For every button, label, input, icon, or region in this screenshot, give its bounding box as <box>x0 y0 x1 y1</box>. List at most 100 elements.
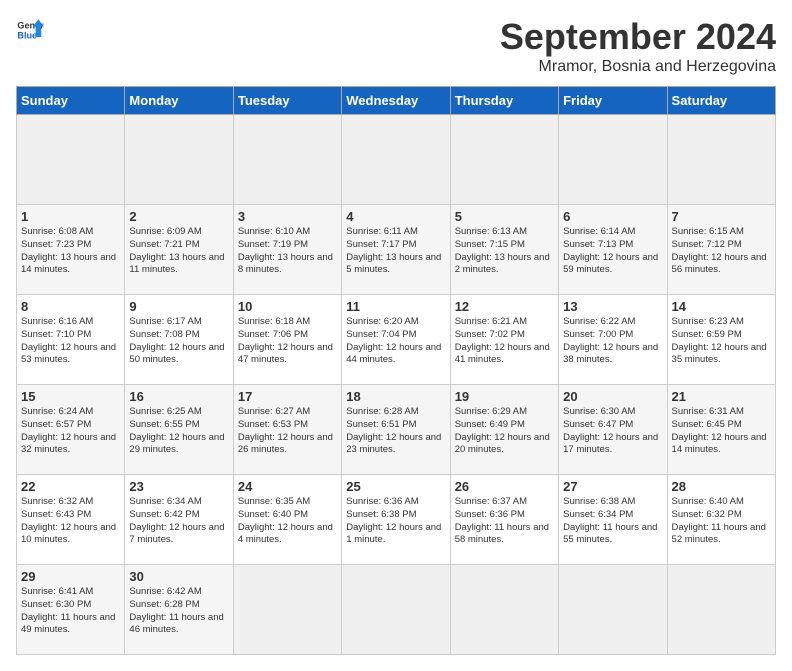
day-info: Sunrise: 6:38 AMSunset: 6:34 PMDaylight:… <box>563 496 662 547</box>
weekday-header: Monday <box>125 87 233 115</box>
day-info: Sunrise: 6:09 AMSunset: 7:21 PMDaylight:… <box>129 226 228 277</box>
calendar-cell <box>342 565 450 655</box>
day-number: 19 <box>455 389 554 404</box>
calendar-cell: 23 Sunrise: 6:34 AMSunset: 6:42 PMDayligh… <box>125 475 233 565</box>
day-info: Sunrise: 6:31 AMSunset: 6:45 PMDaylight:… <box>672 406 771 457</box>
calendar-cell: 13 Sunrise: 6:22 AMSunset: 7:00 PMDayligh… <box>559 295 667 385</box>
calendar-cell: 3Sunrise: 6:10 AMSunset: 7:19 PMDaylight… <box>233 205 341 295</box>
calendar-cell: 14 Sunrise: 6:23 AMSunset: 6:59 PMDayligh… <box>667 295 775 385</box>
day-info: Sunrise: 6:20 AMSunset: 7:04 PMDaylight:… <box>346 316 445 367</box>
calendar-cell: 5 Sunrise: 6:13 AMSunset: 7:15 PMDaylight… <box>450 205 558 295</box>
day-number: 10 <box>238 299 337 314</box>
calendar-cell: 25 Sunrise: 6:36 AMSunset: 6:38 PMDayligh… <box>342 475 450 565</box>
day-number: 5 <box>455 209 554 224</box>
day-info: Sunrise: 6:25 AMSunset: 6:55 PMDaylight:… <box>129 406 228 457</box>
day-info: Sunrise: 6:35 AMSunset: 6:40 PMDaylight:… <box>238 496 337 547</box>
day-number: 22 <box>21 479 120 494</box>
calendar-cell: 22 Sunrise: 6:32 AMSunset: 6:43 PMDayligh… <box>17 475 125 565</box>
day-number: 13 <box>563 299 662 314</box>
calendar-cell: 30Sunrise: 6:42 AMSunset: 6:28 PMDayligh… <box>125 565 233 655</box>
day-info: Sunrise: 6:18 AMSunset: 7:06 PMDaylight:… <box>238 316 337 367</box>
calendar-cell: 7 Sunrise: 6:15 AMSunset: 7:12 PMDaylight… <box>667 205 775 295</box>
day-number: 17 <box>238 389 337 404</box>
calendar-cell <box>559 565 667 655</box>
calendar-cell <box>667 115 775 205</box>
calendar-cell: 2Sunrise: 6:09 AMSunset: 7:21 PMDaylight… <box>125 205 233 295</box>
calendar-cell <box>667 565 775 655</box>
day-number: 30 <box>129 569 228 584</box>
day-number: 16 <box>129 389 228 404</box>
day-info: Sunrise: 6:13 AMSunset: 7:15 PMDaylight:… <box>455 226 554 277</box>
day-info: Sunrise: 6:11 AMSunset: 7:17 PMDaylight:… <box>346 226 445 277</box>
calendar-cell <box>342 115 450 205</box>
day-number: 27 <box>563 479 662 494</box>
day-info: Sunrise: 6:17 AMSunset: 7:08 PMDaylight:… <box>129 316 228 367</box>
logo: General Blue <box>16 16 44 44</box>
calendar-cell: 27 Sunrise: 6:38 AMSunset: 6:34 PMDayligh… <box>559 475 667 565</box>
day-number: 23 <box>129 479 228 494</box>
day-number: 1 <box>21 209 120 224</box>
day-number: 14 <box>672 299 771 314</box>
day-number: 25 <box>346 479 445 494</box>
calendar-cell: 10 Sunrise: 6:18 AMSunset: 7:06 PMDayligh… <box>233 295 341 385</box>
calendar-cell <box>125 115 233 205</box>
calendar-cell: 4 Sunrise: 6:11 AMSunset: 7:17 PMDaylight… <box>342 205 450 295</box>
calendar-cell: 26 Sunrise: 6:37 AMSunset: 6:36 PMDayligh… <box>450 475 558 565</box>
day-info: Sunrise: 6:27 AMSunset: 6:53 PMDaylight:… <box>238 406 337 457</box>
day-info: Sunrise: 6:28 AMSunset: 6:51 PMDaylight:… <box>346 406 445 457</box>
day-number: 8 <box>21 299 120 314</box>
weekday-header: Saturday <box>667 87 775 115</box>
calendar-cell <box>450 565 558 655</box>
calendar-cell: 19 Sunrise: 6:29 AMSunset: 6:49 PMDayligh… <box>450 385 558 475</box>
day-info: Sunrise: 6:36 AMSunset: 6:38 PMDaylight:… <box>346 496 445 547</box>
calendar-cell: 28Sunrise: 6:40 AMSunset: 6:32 PMDayligh… <box>667 475 775 565</box>
day-number: 4 <box>346 209 445 224</box>
weekday-header: Sunday <box>17 87 125 115</box>
day-number: 15 <box>21 389 120 404</box>
calendar-cell: 15 Sunrise: 6:24 AMSunset: 6:57 PMDayligh… <box>17 385 125 475</box>
day-info: Sunrise: 6:40 AMSunset: 6:32 PMDaylight:… <box>672 496 771 547</box>
location-title: Mramor, Bosnia and Herzegovina <box>500 58 776 76</box>
calendar-cell: 29Sunrise: 6:41 AMSunset: 6:30 PMDayligh… <box>17 565 125 655</box>
calendar-cell <box>233 565 341 655</box>
day-info: Sunrise: 6:10 AMSunset: 7:19 PMDaylight:… <box>238 226 337 277</box>
title-area: September 2024 Mramor, Bosnia and Herzeg… <box>500 16 776 76</box>
day-number: 7 <box>672 209 771 224</box>
day-info: Sunrise: 6:23 AMSunset: 6:59 PMDaylight:… <box>672 316 771 367</box>
day-info: Sunrise: 6:29 AMSunset: 6:49 PMDaylight:… <box>455 406 554 457</box>
day-info: Sunrise: 6:22 AMSunset: 7:00 PMDaylight:… <box>563 316 662 367</box>
header: General Blue September 2024 Mramor, Bosn… <box>16 16 776 76</box>
day-info: Sunrise: 6:30 AMSunset: 6:47 PMDaylight:… <box>563 406 662 457</box>
logo-icon: General Blue <box>16 16 44 44</box>
calendar-cell: 18 Sunrise: 6:28 AMSunset: 6:51 PMDayligh… <box>342 385 450 475</box>
weekday-header: Tuesday <box>233 87 341 115</box>
svg-text:Blue: Blue <box>17 30 37 40</box>
calendar-cell: 24Sunrise: 6:35 AMSunset: 6:40 PMDayligh… <box>233 475 341 565</box>
day-info: Sunrise: 6:16 AMSunset: 7:10 PMDaylight:… <box>21 316 120 367</box>
day-info: Sunrise: 6:32 AMSunset: 6:43 PMDaylight:… <box>21 496 120 547</box>
weekday-header: Thursday <box>450 87 558 115</box>
calendar-cell <box>450 115 558 205</box>
calendar-cell: 8 Sunrise: 6:16 AMSunset: 7:10 PMDaylight… <box>17 295 125 385</box>
day-number: 29 <box>21 569 120 584</box>
day-number: 18 <box>346 389 445 404</box>
day-info: Sunrise: 6:37 AMSunset: 6:36 PMDaylight:… <box>455 496 554 547</box>
day-number: 11 <box>346 299 445 314</box>
day-info: Sunrise: 6:15 AMSunset: 7:12 PMDaylight:… <box>672 226 771 277</box>
day-number: 20 <box>563 389 662 404</box>
day-info: Sunrise: 6:34 AMSunset: 6:42 PMDaylight:… <box>129 496 228 547</box>
calendar-cell: 17 Sunrise: 6:27 AMSunset: 6:53 PMDayligh… <box>233 385 341 475</box>
calendar-cell: 1Sunrise: 6:08 AMSunset: 7:23 PMDaylight… <box>17 205 125 295</box>
day-number: 12 <box>455 299 554 314</box>
calendar-cell: 9 Sunrise: 6:17 AMSunset: 7:08 PMDaylight… <box>125 295 233 385</box>
calendar-cell <box>17 115 125 205</box>
day-number: 26 <box>455 479 554 494</box>
day-info: Sunrise: 6:21 AMSunset: 7:02 PMDaylight:… <box>455 316 554 367</box>
calendar-cell: 20 Sunrise: 6:30 AMSunset: 6:47 PMDayligh… <box>559 385 667 475</box>
calendar-cell: 21 Sunrise: 6:31 AMSunset: 6:45 PMDayligh… <box>667 385 775 475</box>
day-number: 9 <box>129 299 228 314</box>
calendar-cell: 6Sunrise: 6:14 AMSunset: 7:13 PMDaylight… <box>559 205 667 295</box>
day-info: Sunrise: 6:24 AMSunset: 6:57 PMDaylight:… <box>21 406 120 457</box>
day-number: 21 <box>672 389 771 404</box>
calendar-cell <box>233 115 341 205</box>
